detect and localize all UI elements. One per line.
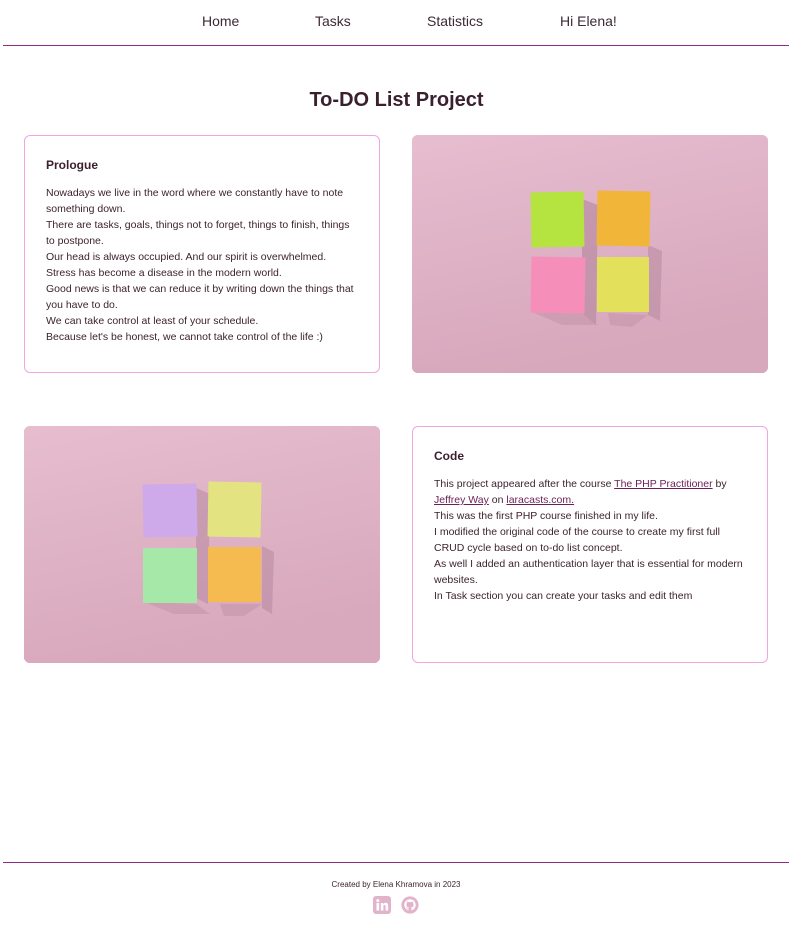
- prologue-heading: Prologue: [46, 158, 99, 172]
- code-line: As well I added an authentication layer …: [434, 558, 743, 586]
- sticky-note: [597, 257, 649, 312]
- prologue-line: Our head is always occupied. And our spi…: [46, 251, 327, 263]
- code-intro-on: on: [488, 494, 507, 506]
- code-intro: This project appeared after the course T…: [434, 476, 746, 508]
- code-card: Code This project appeared after the cou…: [412, 426, 768, 663]
- prologue-line: Good news is that we can reduce it by wr…: [46, 283, 354, 311]
- nav-statistics-link[interactable]: Statistics: [427, 13, 483, 29]
- sticky-note: [207, 481, 262, 538]
- user-greeting: Hi Elena!: [560, 13, 617, 29]
- author-link[interactable]: Jeffrey Way: [434, 494, 489, 506]
- sticky-note: [143, 548, 197, 603]
- site-link[interactable]: laracasts.com.: [506, 494, 574, 506]
- page-footer: Created by Elena Khramova in 2023: [3, 862, 789, 925]
- nav-home-link[interactable]: Home: [202, 13, 239, 29]
- page-title: To-DO List Project: [309, 89, 484, 111]
- nav-tasks-link[interactable]: Tasks: [315, 13, 351, 29]
- sticky-notes-image: [412, 135, 768, 373]
- course-link[interactable]: The PHP Practitioner: [614, 478, 712, 490]
- prologue-line: There are tasks, goals, things not to fo…: [46, 219, 350, 247]
- code-heading: Code: [434, 449, 464, 463]
- sticky-notes-image: [24, 426, 380, 663]
- sticky-notes-illustration: [412, 135, 768, 373]
- prologue-line: We can take control at least of your sch…: [46, 315, 259, 327]
- sticky-note: [142, 483, 198, 538]
- linkedin-icon[interactable]: [373, 896, 391, 914]
- top-navbar: Home Tasks Statistics Hi Elena!: [3, 0, 789, 46]
- prologue-line: Nowadays we live in the word where we co…: [46, 187, 344, 215]
- code-line: This was the first PHP course finished i…: [434, 510, 658, 522]
- code-intro-by: by: [712, 478, 727, 490]
- code-line: I modified the original code of the cour…: [434, 526, 720, 554]
- sticky-note: [208, 547, 261, 602]
- sticky-notes-illustration: [24, 426, 380, 663]
- prologue-line: Because let's be honest, we cannot take …: [46, 331, 323, 343]
- sticky-note: [530, 256, 586, 314]
- code-intro-text: This project appeared after the course: [434, 478, 615, 490]
- prologue-line: Stress has become a disease in the moder…: [46, 267, 282, 279]
- code-line: In Task section you can create your task…: [434, 590, 693, 602]
- footer-credit: Created by Elena Khramova in 2023: [331, 880, 461, 889]
- prologue-card: Prologue Nowadays we live in the word wh…: [24, 135, 380, 373]
- sticky-note: [596, 190, 651, 247]
- sticky-note: [530, 191, 585, 248]
- github-icon[interactable]: [401, 896, 419, 914]
